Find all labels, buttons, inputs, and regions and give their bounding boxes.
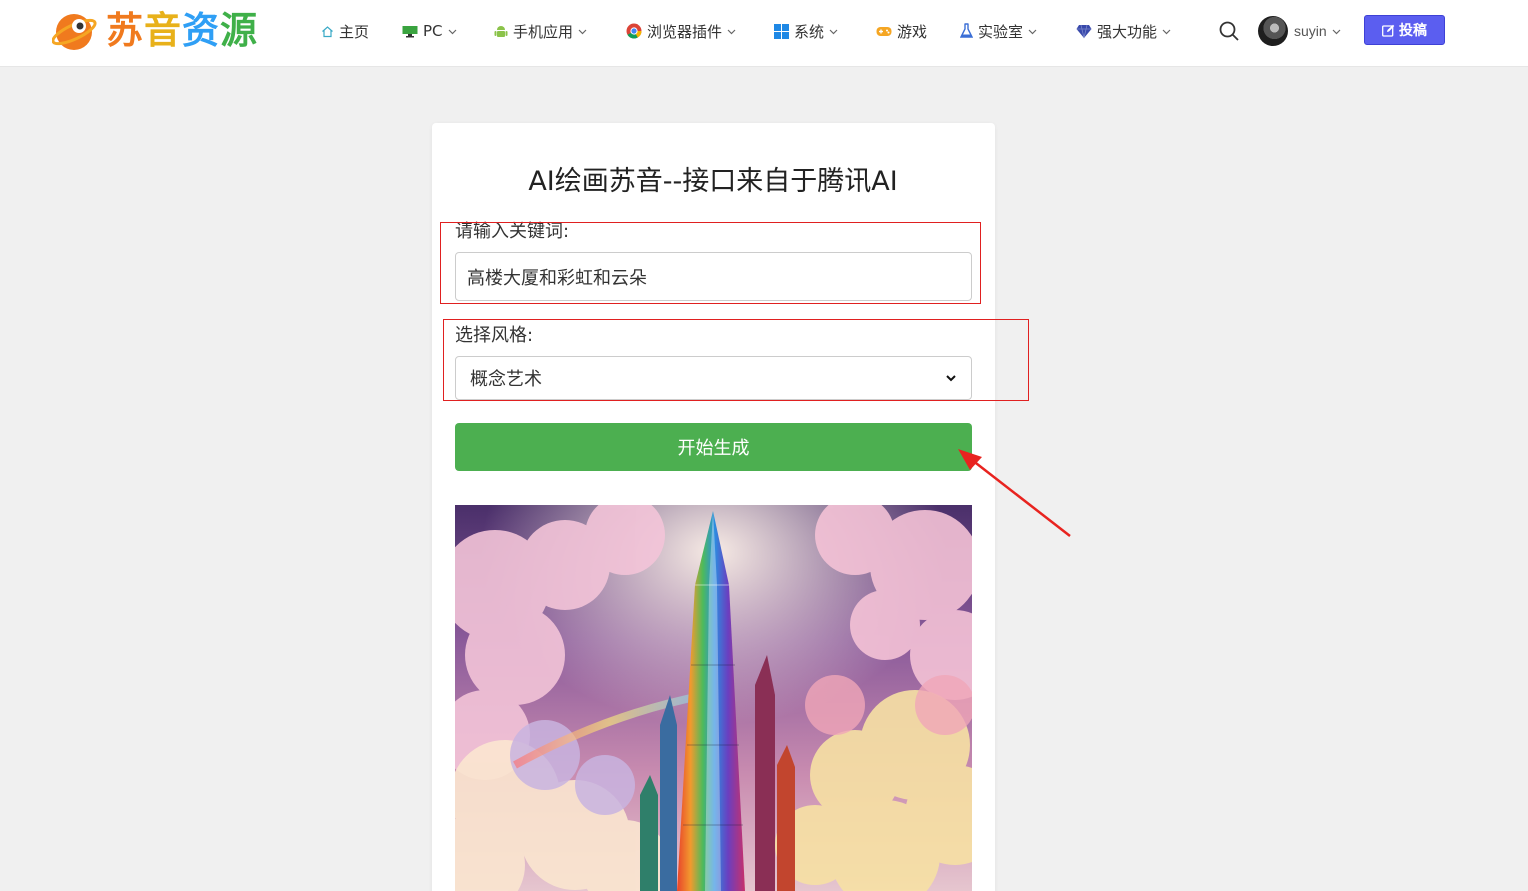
nav-item-mobile-apps[interactable]: 手机应用 [494, 19, 587, 43]
style-label: 选择风格: [455, 325, 534, 346]
submit-post-button[interactable]: 投稿 [1364, 15, 1445, 45]
nav-item-lab[interactable]: 实验室 [960, 19, 1037, 43]
keyword-label: 请输入关键词: [455, 221, 570, 242]
logo-text: 苏音资源 [106, 9, 258, 52]
generate-button[interactable]: 开始生成 [455, 423, 972, 471]
chevron-down-icon [578, 29, 587, 34]
chevron-down-icon [448, 29, 456, 34]
flask-icon [960, 23, 973, 38]
chevron-down-icon [946, 375, 956, 382]
gem-icon [1076, 24, 1092, 38]
chevron-down-icon [1162, 29, 1171, 34]
username: suyin [1294, 23, 1327, 39]
chevron-down-icon [1332, 29, 1341, 34]
avatar [1258, 16, 1288, 46]
nav-item-pc[interactable]: PC [402, 19, 457, 43]
search-icon[interactable] [1217, 19, 1241, 43]
user-menu[interactable]: suyin [1258, 15, 1341, 47]
chevron-down-icon [829, 29, 838, 34]
android-icon [494, 25, 508, 37]
keyword-input[interactable] [455, 252, 972, 301]
nav-item-system[interactable]: 系统 [774, 19, 838, 43]
page-title: AI绘画苏音--接口来自于腾讯AI [528, 166, 898, 197]
nav-item-powerful-features[interactable]: 强大功能 [1076, 19, 1171, 43]
style-selected-value: 概念艺术 [470, 369, 542, 390]
monitor-icon [402, 25, 418, 37]
home-icon [322, 25, 333, 37]
chevron-down-icon [727, 29, 736, 34]
nav-item-home[interactable]: 主页 [321, 19, 369, 43]
windows-icon [774, 23, 789, 39]
logo-mascot-icon [52, 14, 97, 50]
edit-icon [1382, 24, 1395, 37]
top-navbar: 苏音资源 主页 PC 手机应用 浏览器插件 系统 游戏 实验室 强大功能 suy… [0, 0, 1528, 67]
chevron-down-icon [1028, 29, 1037, 34]
chrome-icon [626, 23, 642, 39]
style-select[interactable]: 概念艺术 [455, 356, 972, 400]
nav-item-browser-extensions[interactable]: 浏览器插件 [626, 19, 736, 43]
nav-item-games[interactable]: 游戏 [876, 19, 927, 43]
gamepad-icon [876, 26, 892, 36]
generated-image [455, 505, 972, 891]
site-logo[interactable]: 苏音资源 [52, 8, 258, 54]
